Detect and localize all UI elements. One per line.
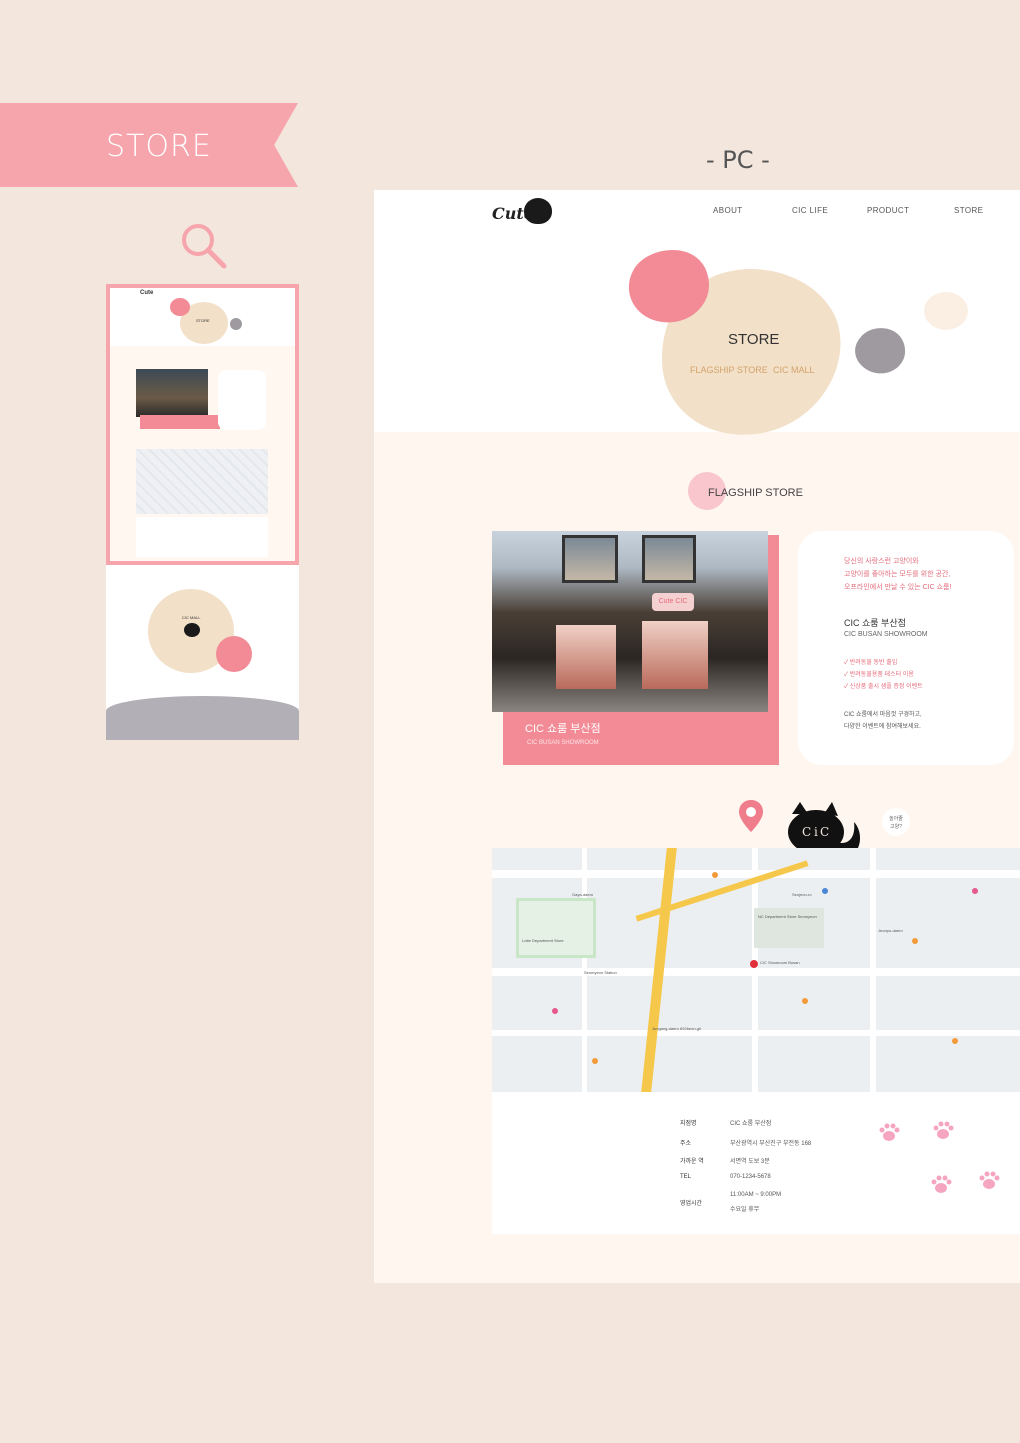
check-item: ✓ 반려동물 동반 출입 — [844, 660, 898, 666]
check-item: ✓ 신상품 출시 샘플 증정 이벤트 — [844, 684, 923, 690]
info-value: 수요일 휴무 — [730, 1207, 760, 1213]
photo-storefront — [556, 625, 616, 689]
mobile-pink-circle — [216, 636, 252, 672]
nav-cic-life[interactable]: CIC LIFE — [792, 206, 828, 215]
card-name-en: CIC BUSAN SHOWROOM — [844, 631, 928, 638]
info-value: 070-1234-5678 — [730, 1174, 771, 1180]
map-label: Seomyeon Station — [584, 970, 617, 975]
logo[interactable]: Cute — [492, 198, 556, 226]
nav-store[interactable]: STORE — [954, 206, 983, 215]
map-label: Jeonpo-daero — [878, 928, 903, 933]
paw-icon — [879, 1123, 900, 1141]
mobile-store-photo — [136, 369, 208, 417]
check-item: ✓ 반려동물용품 테스터 이용 — [844, 672, 914, 678]
map-label: Lotte Department Store — [522, 938, 564, 943]
mobile-photo-bar — [140, 415, 220, 429]
info-value: 부산광역시 부산진구 부전동 168 — [730, 1141, 812, 1147]
section-title: FLAGSHIP STORE — [708, 487, 803, 499]
intro-line: 고양이를 좋아하는 모두를 위한 공간, — [844, 571, 951, 578]
check-text: 신상품 출시 샘플 증정 이벤트 — [849, 684, 923, 690]
map-park — [516, 898, 596, 958]
mobile-info-table — [136, 517, 268, 557]
photo-storefront — [642, 621, 708, 689]
map-label: NC Department Store Seomyeon — [758, 914, 817, 919]
intro-line: 오프라인에서 만날 수 있는 CIC 쇼룸! — [844, 584, 952, 591]
mobile-hero: Cute STORE — [110, 288, 295, 346]
store-sign: Cute CIC — [652, 593, 694, 611]
paw-icon — [931, 1175, 952, 1193]
check-text: 반려동물 동반 출입 — [849, 660, 898, 666]
info-key: 가까운 역 — [680, 1159, 704, 1165]
svg-text:C: C — [820, 825, 829, 839]
hero-title: STORE — [728, 331, 780, 348]
small-cream-blob — [924, 292, 968, 330]
ribbon-title: STORE — [106, 129, 212, 164]
mobile-cat-icon — [184, 623, 200, 637]
mobile-hero-title: STORE — [196, 318, 210, 323]
info-value: 11:00AM ~ 9:00PM — [730, 1192, 782, 1198]
nav-about[interactable]: ABOUT — [713, 206, 743, 215]
map-label: CIC Showroom Busan — [760, 960, 800, 965]
photo-window — [642, 535, 696, 583]
cat-logo-icon — [524, 198, 552, 224]
info-key: 주소 — [680, 1141, 692, 1147]
bubble-line: 놀아줄 — [889, 816, 903, 822]
store-info-table: 지점명 CIC 쇼룸 부산점 주소 부산광역시 부산진구 부전동 168 가까운… — [492, 1092, 1020, 1234]
mobile-logo: Cute — [140, 290, 154, 296]
mobile-info-card — [218, 370, 266, 430]
store-ribbon: STORE — [0, 103, 298, 187]
svg-text:i: i — [814, 825, 818, 839]
card-name-ko: CIC 쇼룸 부산점 — [844, 618, 906, 628]
bubble-line: 고양? — [890, 824, 902, 830]
intro-line: 당신의 사랑스런 고양이와 — [844, 558, 919, 565]
info-value: CIC 쇼룸 부산점 — [730, 1121, 772, 1127]
paw-icon — [933, 1121, 954, 1139]
pc-hero: Cute ABOUT CIC LIFE PRODUCT STORE STORE … — [374, 190, 1020, 435]
card-tail-line: CIC 쇼룸에서 마음껏 구경하고, — [844, 712, 922, 718]
hero-link-mall[interactable]: CIC MALL — [773, 365, 815, 375]
hero-link-flagship[interactable]: FLAGSHIP STORE — [690, 365, 768, 375]
mobile-preview: Cute STORE CIC MALL — [106, 284, 299, 740]
check-text: 반려동물용품 테스터 이용 — [849, 672, 914, 678]
map-pin-icon — [739, 800, 763, 832]
photo-caption-bar: CIC 쇼룸 부산점 CIC BUSAN SHOWROOM — [503, 712, 779, 765]
gray-blob — [855, 328, 906, 374]
mobile-mall-title: CIC MALL — [182, 615, 201, 620]
mobile-footer — [106, 696, 299, 740]
paw-icon — [979, 1171, 1000, 1189]
store-map[interactable]: Lotte Department Store Seomyeon Station … — [492, 848, 1020, 1092]
mobile-map — [136, 449, 268, 514]
info-key: 지점명 — [680, 1121, 697, 1127]
search-icon — [182, 224, 227, 269]
mobile-gray-blob — [230, 318, 242, 330]
map-label: Seojeon-ro — [792, 892, 812, 897]
info-value: 서면역 도보 3분 — [730, 1159, 770, 1165]
info-key: 영업시간 — [680, 1201, 703, 1207]
cat-speech-bubble: 놀아줄 고양? — [882, 808, 910, 836]
photo-window — [562, 535, 618, 583]
svg-text:C: C — [802, 825, 811, 839]
pc-preview: Cute ABOUT CIC LIFE PRODUCT STORE STORE … — [374, 190, 1020, 1283]
store-photo: Cute CIC — [492, 531, 768, 712]
pc-label: - PC - — [706, 146, 770, 174]
info-key: TEL — [680, 1174, 692, 1180]
store-info-card: 당신의 사랑스런 고양이와 고양이를 좋아하는 모두를 위한 공간, 오프라인에… — [798, 531, 1014, 765]
pink-blob — [628, 250, 709, 323]
card-tail-line: 다양한 이벤트에 참여해보세요. — [844, 724, 921, 730]
mobile-pink-blob — [170, 298, 190, 316]
nav-product[interactable]: PRODUCT — [867, 206, 909, 215]
store-name-ko: CIC 쇼룸 부산점 — [525, 723, 601, 735]
map-label: Gaya-daero — [572, 892, 594, 897]
map-label: Jungang-daero 692beon-gil — [652, 1026, 701, 1031]
store-name-en: CIC BUSAN SHOWROOM — [527, 740, 599, 746]
